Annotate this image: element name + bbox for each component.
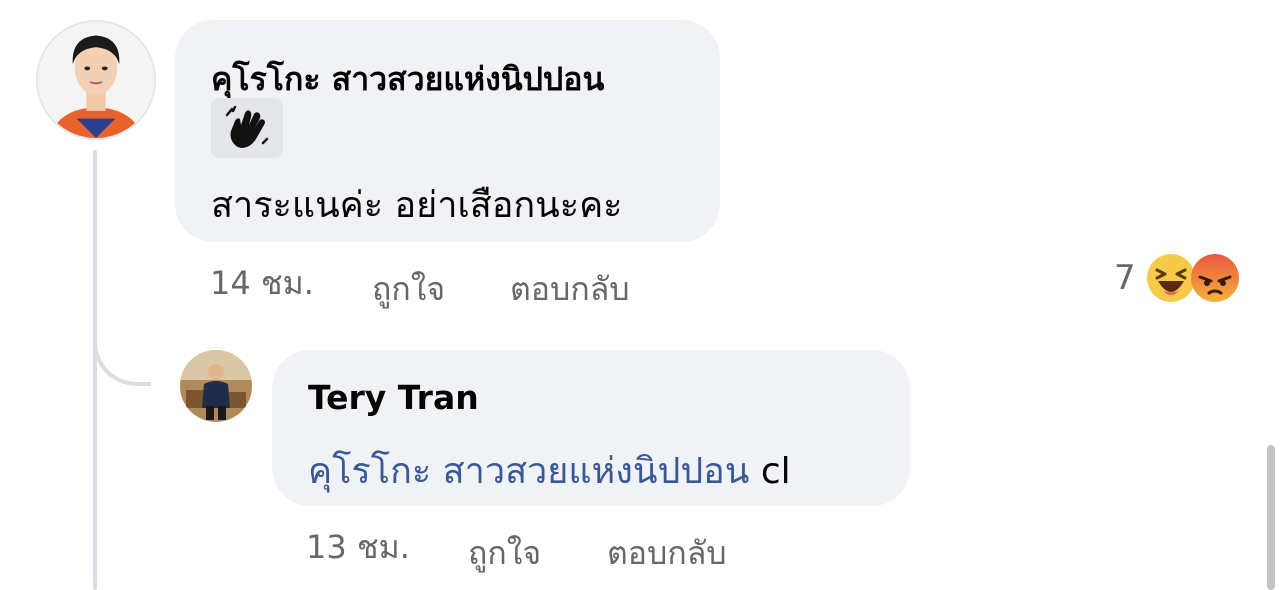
reply-like-button[interactable]: ถูกใจ [468, 528, 541, 579]
reply-text: คุโรโกะ สาวสวยแห่งนิปปอน cl [308, 442, 791, 499]
reaction-count: 7 [1114, 258, 1136, 298]
reaction-summary[interactable]: 7 [1114, 252, 1240, 304]
thread-line-connector [93, 330, 151, 386]
like-button[interactable]: ถูกใจ [372, 264, 445, 315]
avatar[interactable] [36, 20, 156, 140]
reply-reply-button[interactable]: ตอบกลับ [607, 528, 727, 579]
scrollbar[interactable] [1267, 445, 1275, 590]
thread-line [93, 150, 97, 590]
mention-link[interactable]: คุโรโกะ สาวสวยแห่งนิปปอน [308, 451, 749, 492]
reply-bubble: Tery Tran คุโรโกะ สาวสวยแห่งนิปปอน cl [272, 350, 910, 506]
waving-hand-icon [225, 105, 269, 148]
haha-reaction-icon [1146, 254, 1195, 302]
avatar[interactable] [180, 350, 252, 422]
reply-body: cl [749, 451, 791, 492]
sticker[interactable] [211, 98, 283, 158]
comment-bubble: คุโรโกะ สาวสวยแห่งนิปปอน สาระแนค่ะ อย่าเ… [175, 20, 720, 242]
reply-button[interactable]: ตอบกลับ [510, 264, 630, 315]
comment-text: สาระแนค่ะ อย่าเสือกนะคะ [211, 185, 623, 226]
reply-time[interactable]: 13 ชม. [306, 522, 410, 573]
reply-author-name[interactable]: Tery Tran [308, 378, 479, 417]
comment-time[interactable]: 14 ชม. [210, 258, 314, 309]
angry-reaction-icon [1190, 254, 1239, 302]
